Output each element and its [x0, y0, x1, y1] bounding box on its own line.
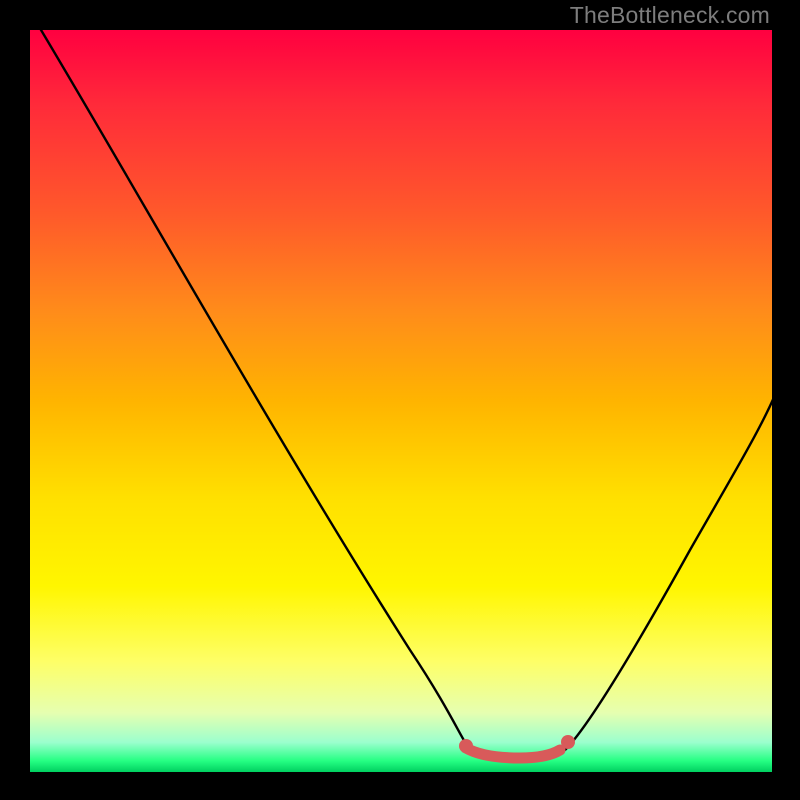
optimal-range-marker	[466, 748, 560, 758]
watermark-text: TheBottleneck.com	[570, 2, 770, 29]
bottleneck-curve-right	[565, 395, 775, 750]
optimal-range-start-dot	[459, 739, 473, 753]
chart-frame: TheBottleneck.com	[0, 0, 800, 800]
bottleneck-curve-left	[29, 10, 470, 750]
plot-svg	[30, 30, 772, 772]
optimal-range-end-dot	[561, 735, 575, 749]
